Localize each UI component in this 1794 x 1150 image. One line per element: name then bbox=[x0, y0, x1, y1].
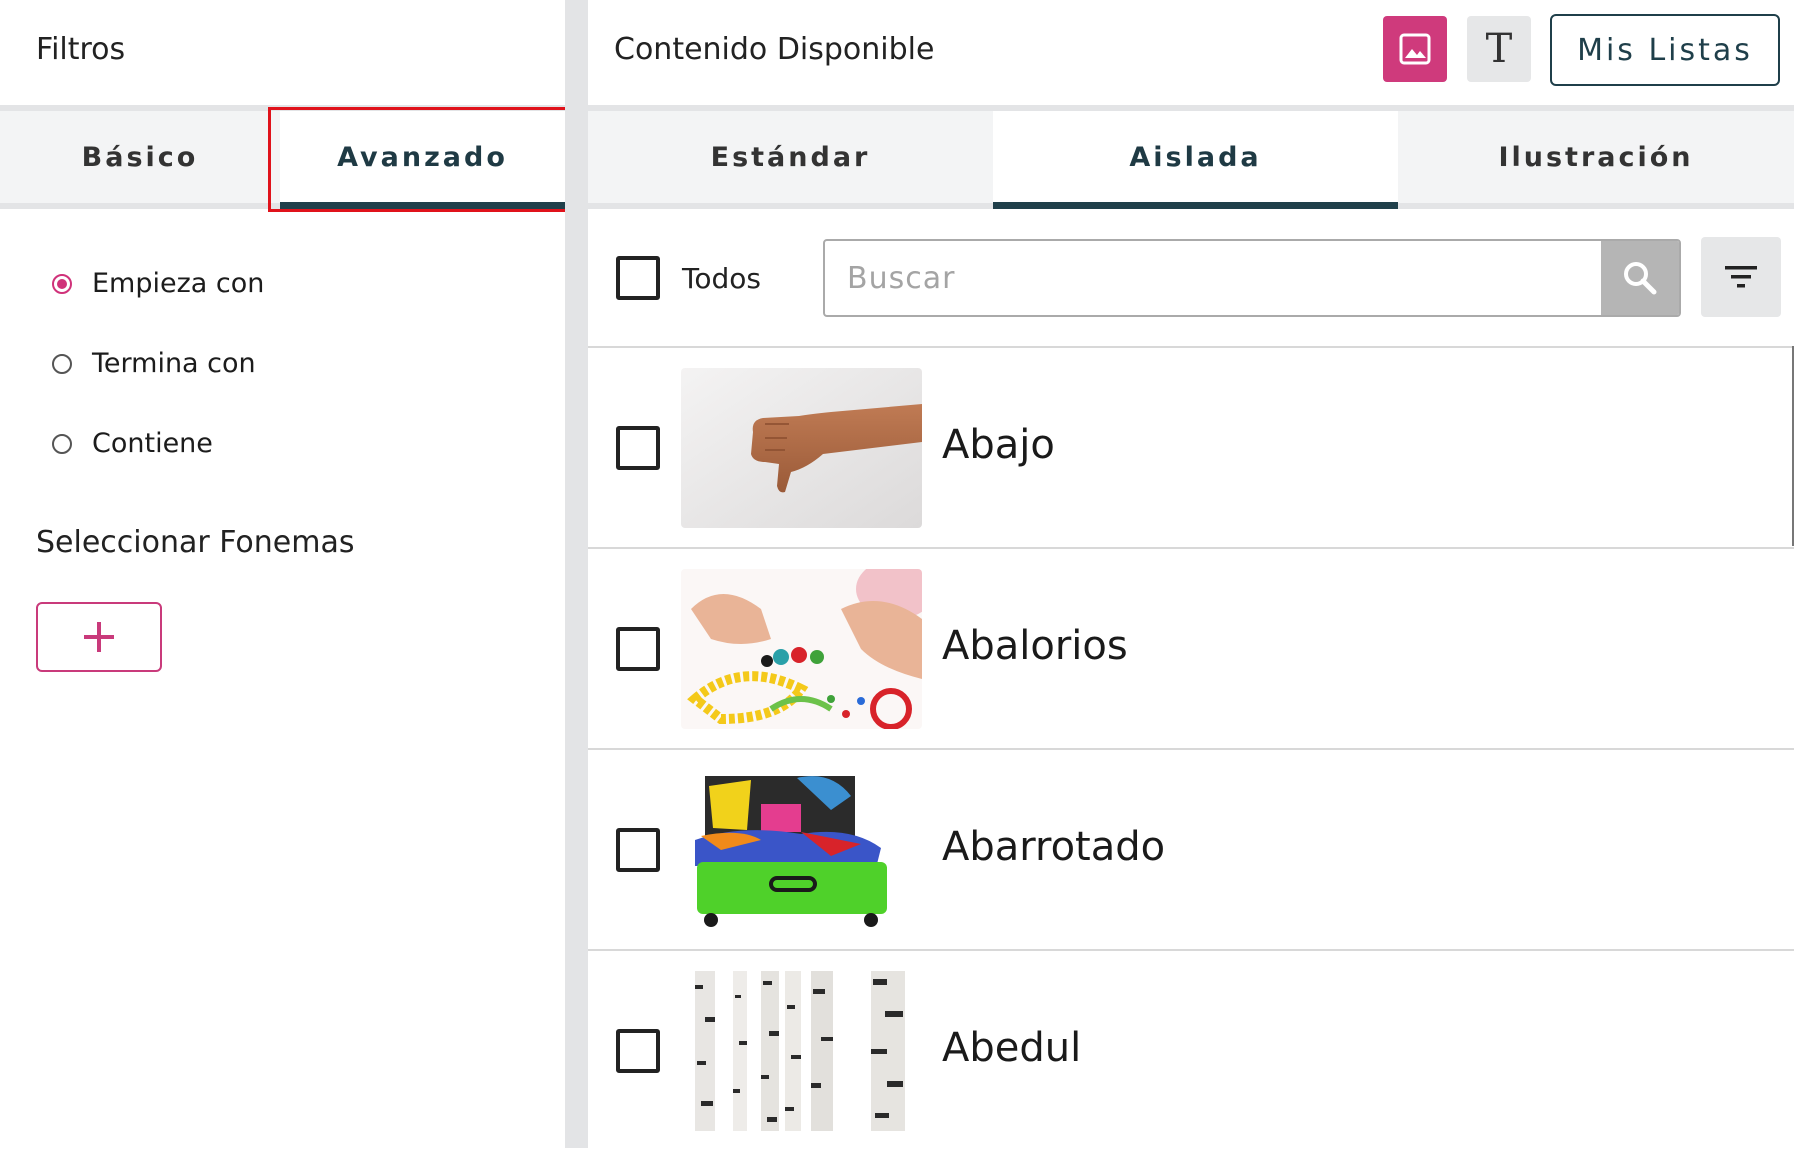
search-box bbox=[823, 239, 1681, 317]
radio-contiene[interactable]: Contiene bbox=[52, 428, 213, 459]
text-mode-button[interactable]: T bbox=[1467, 16, 1531, 82]
filters-title: Filtros bbox=[36, 32, 126, 67]
suitcase-image bbox=[681, 770, 922, 930]
item-checkbox[interactable] bbox=[616, 426, 660, 470]
content-list: Abajo Abalorios Abarrotado Abedul bbox=[588, 346, 1794, 1150]
item-thumbnail bbox=[681, 368, 922, 528]
content-panel: Contenido Disponible T Mis Listas Estánd… bbox=[588, 0, 1794, 1150]
birch-image bbox=[681, 971, 922, 1131]
tab-ilustracion[interactable]: Ilustración bbox=[1398, 111, 1794, 203]
item-checkbox[interactable] bbox=[616, 627, 660, 671]
select-all-label: Todos bbox=[682, 261, 761, 295]
radio-termina-con[interactable]: Termina con bbox=[52, 348, 256, 379]
panel-divider bbox=[565, 0, 588, 1148]
item-label: Abarrotado bbox=[942, 824, 1166, 870]
radio-unchecked-icon[interactable] bbox=[52, 353, 72, 374]
image-icon bbox=[1399, 33, 1431, 65]
select-phonemes-label: Seleccionar Fonemas bbox=[36, 525, 355, 560]
item-label: Abalorios bbox=[942, 623, 1128, 669]
plus-icon bbox=[84, 622, 114, 652]
item-label: Abedul bbox=[942, 1025, 1082, 1071]
add-phoneme-button[interactable] bbox=[36, 602, 162, 672]
radio-empieza-con[interactable]: Empieza con bbox=[52, 268, 264, 299]
radio-unchecked-icon[interactable] bbox=[52, 433, 72, 454]
tab-estandar[interactable]: Estándar bbox=[588, 111, 993, 203]
my-lists-button[interactable]: Mis Listas bbox=[1550, 14, 1780, 86]
list-item[interactable]: Abalorios bbox=[588, 547, 1794, 748]
thumbs-down-image bbox=[681, 368, 922, 528]
list-item[interactable]: Abajo bbox=[588, 346, 1794, 547]
text-t-icon: T bbox=[1485, 26, 1513, 72]
radio-label: Termina con bbox=[92, 348, 256, 379]
tab-aislada[interactable]: Aislada bbox=[993, 111, 1398, 209]
radio-checked-icon[interactable] bbox=[52, 273, 72, 294]
radio-label: Empieza con bbox=[92, 268, 265, 299]
radio-label: Contiene bbox=[92, 428, 213, 459]
list-item[interactable]: Abarrotado bbox=[588, 748, 1794, 949]
tab-avanzado[interactable]: Avanzado bbox=[280, 111, 565, 209]
search-icon bbox=[1624, 262, 1657, 295]
item-thumbnail bbox=[681, 770, 922, 930]
item-thumbnail bbox=[681, 569, 922, 729]
tab-basico[interactable]: Básico bbox=[0, 111, 280, 203]
item-checkbox[interactable] bbox=[616, 828, 660, 872]
item-thumbnail bbox=[681, 971, 922, 1131]
beads-image bbox=[681, 569, 922, 729]
filters-panel: Filtros Básico Avanzado Empieza con Term… bbox=[0, 0, 570, 1148]
filters-tabbar: Básico Avanzado bbox=[0, 105, 565, 209]
content-tabbar: Estándar Aislada Ilustración bbox=[588, 105, 1794, 209]
search-input[interactable] bbox=[825, 241, 1595, 315]
filter-list-icon bbox=[1725, 266, 1757, 288]
search-button[interactable] bbox=[1601, 241, 1679, 315]
sort-filter-button[interactable] bbox=[1701, 237, 1781, 317]
image-mode-button[interactable] bbox=[1383, 16, 1447, 82]
select-all-checkbox[interactable] bbox=[616, 256, 660, 300]
content-title: Contenido Disponible bbox=[614, 32, 935, 67]
item-label: Abajo bbox=[942, 422, 1055, 468]
item-checkbox[interactable] bbox=[616, 1029, 660, 1073]
select-all-row[interactable]: Todos bbox=[616, 256, 761, 300]
list-item[interactable]: Abedul bbox=[588, 949, 1794, 1150]
